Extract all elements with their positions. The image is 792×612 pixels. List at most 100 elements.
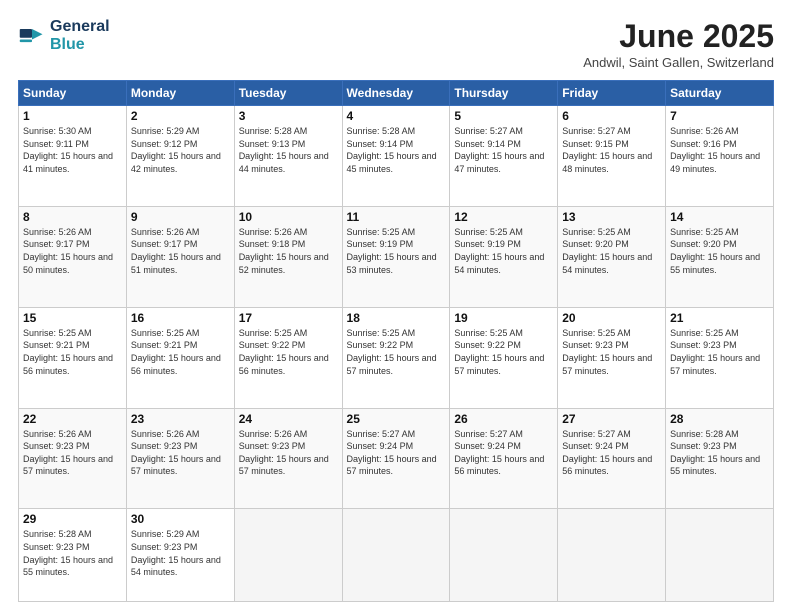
table-row (234, 509, 342, 602)
day-info: Sunrise: 5:26 AMSunset: 9:17 PMDaylight:… (131, 227, 221, 275)
day-info: Sunrise: 5:28 AMSunset: 9:13 PMDaylight:… (239, 126, 329, 174)
day-number: 22 (23, 412, 122, 426)
table-row (342, 509, 450, 602)
day-info: Sunrise: 5:25 AMSunset: 9:21 PMDaylight:… (131, 328, 221, 376)
calendar-week-row: 8 Sunrise: 5:26 AMSunset: 9:17 PMDayligh… (19, 206, 774, 307)
col-monday: Monday (126, 81, 234, 106)
calendar-week-row: 29 Sunrise: 5:28 AMSunset: 9:23 PMDaylig… (19, 509, 774, 602)
day-info: Sunrise: 5:26 AMSunset: 9:17 PMDaylight:… (23, 227, 113, 275)
day-number: 24 (239, 412, 338, 426)
col-thursday: Thursday (450, 81, 558, 106)
table-row: 29 Sunrise: 5:28 AMSunset: 9:23 PMDaylig… (19, 509, 127, 602)
table-row: 18 Sunrise: 5:25 AMSunset: 9:22 PMDaylig… (342, 307, 450, 408)
logo: General Blue (18, 18, 110, 54)
day-number: 26 (454, 412, 553, 426)
day-number: 18 (347, 311, 446, 325)
col-friday: Friday (558, 81, 666, 106)
day-number: 30 (131, 512, 230, 526)
table-row: 2 Sunrise: 5:29 AMSunset: 9:12 PMDayligh… (126, 106, 234, 207)
day-info: Sunrise: 5:28 AMSunset: 9:23 PMDaylight:… (670, 429, 760, 477)
day-number: 19 (454, 311, 553, 325)
day-number: 21 (670, 311, 769, 325)
day-info: Sunrise: 5:26 AMSunset: 9:23 PMDaylight:… (239, 429, 329, 477)
logo-text: General Blue (50, 18, 110, 54)
day-number: 10 (239, 210, 338, 224)
table-row: 10 Sunrise: 5:26 AMSunset: 9:18 PMDaylig… (234, 206, 342, 307)
day-number: 16 (131, 311, 230, 325)
day-info: Sunrise: 5:28 AMSunset: 9:23 PMDaylight:… (23, 529, 113, 577)
table-row: 26 Sunrise: 5:27 AMSunset: 9:24 PMDaylig… (450, 408, 558, 509)
table-row: 23 Sunrise: 5:26 AMSunset: 9:23 PMDaylig… (126, 408, 234, 509)
calendar-header-row: Sunday Monday Tuesday Wednesday Thursday… (19, 81, 774, 106)
day-number: 4 (347, 109, 446, 123)
table-row: 1 Sunrise: 5:30 AMSunset: 9:11 PMDayligh… (19, 106, 127, 207)
table-row: 22 Sunrise: 5:26 AMSunset: 9:23 PMDaylig… (19, 408, 127, 509)
table-row: 27 Sunrise: 5:27 AMSunset: 9:24 PMDaylig… (558, 408, 666, 509)
calendar-table: Sunday Monday Tuesday Wednesday Thursday… (18, 80, 774, 602)
day-info: Sunrise: 5:25 AMSunset: 9:23 PMDaylight:… (562, 328, 652, 376)
day-info: Sunrise: 5:25 AMSunset: 9:23 PMDaylight:… (670, 328, 760, 376)
table-row: 9 Sunrise: 5:26 AMSunset: 9:17 PMDayligh… (126, 206, 234, 307)
header: General Blue June 2025 Andwil, Saint Gal… (18, 18, 774, 70)
day-info: Sunrise: 5:26 AMSunset: 9:18 PMDaylight:… (239, 227, 329, 275)
table-row: 30 Sunrise: 5:29 AMSunset: 9:23 PMDaylig… (126, 509, 234, 602)
day-info: Sunrise: 5:25 AMSunset: 9:22 PMDaylight:… (239, 328, 329, 376)
day-number: 15 (23, 311, 122, 325)
day-info: Sunrise: 5:30 AMSunset: 9:11 PMDaylight:… (23, 126, 113, 174)
day-number: 23 (131, 412, 230, 426)
day-info: Sunrise: 5:25 AMSunset: 9:19 PMDaylight:… (454, 227, 544, 275)
table-row (666, 509, 774, 602)
day-info: Sunrise: 5:25 AMSunset: 9:22 PMDaylight:… (454, 328, 544, 376)
table-row: 3 Sunrise: 5:28 AMSunset: 9:13 PMDayligh… (234, 106, 342, 207)
table-row: 28 Sunrise: 5:28 AMSunset: 9:23 PMDaylig… (666, 408, 774, 509)
col-saturday: Saturday (666, 81, 774, 106)
day-info: Sunrise: 5:27 AMSunset: 9:15 PMDaylight:… (562, 126, 652, 174)
day-info: Sunrise: 5:28 AMSunset: 9:14 PMDaylight:… (347, 126, 437, 174)
day-info: Sunrise: 5:27 AMSunset: 9:24 PMDaylight:… (562, 429, 652, 477)
title-block: June 2025 Andwil, Saint Gallen, Switzerl… (583, 18, 774, 70)
table-row (450, 509, 558, 602)
day-info: Sunrise: 5:25 AMSunset: 9:22 PMDaylight:… (347, 328, 437, 376)
day-info: Sunrise: 5:27 AMSunset: 9:14 PMDaylight:… (454, 126, 544, 174)
day-info: Sunrise: 5:26 AMSunset: 9:23 PMDaylight:… (23, 429, 113, 477)
table-row: 21 Sunrise: 5:25 AMSunset: 9:23 PMDaylig… (666, 307, 774, 408)
day-number: 27 (562, 412, 661, 426)
day-number: 9 (131, 210, 230, 224)
day-number: 14 (670, 210, 769, 224)
day-number: 28 (670, 412, 769, 426)
table-row: 15 Sunrise: 5:25 AMSunset: 9:21 PMDaylig… (19, 307, 127, 408)
day-info: Sunrise: 5:29 AMSunset: 9:23 PMDaylight:… (131, 529, 221, 577)
calendar-week-row: 22 Sunrise: 5:26 AMSunset: 9:23 PMDaylig… (19, 408, 774, 509)
day-number: 2 (131, 109, 230, 123)
table-row: 19 Sunrise: 5:25 AMSunset: 9:22 PMDaylig… (450, 307, 558, 408)
day-number: 13 (562, 210, 661, 224)
table-row: 4 Sunrise: 5:28 AMSunset: 9:14 PMDayligh… (342, 106, 450, 207)
table-row: 20 Sunrise: 5:25 AMSunset: 9:23 PMDaylig… (558, 307, 666, 408)
table-row (558, 509, 666, 602)
day-info: Sunrise: 5:27 AMSunset: 9:24 PMDaylight:… (454, 429, 544, 477)
table-row: 7 Sunrise: 5:26 AMSunset: 9:16 PMDayligh… (666, 106, 774, 207)
day-info: Sunrise: 5:25 AMSunset: 9:19 PMDaylight:… (347, 227, 437, 275)
table-row: 6 Sunrise: 5:27 AMSunset: 9:15 PMDayligh… (558, 106, 666, 207)
day-number: 6 (562, 109, 661, 123)
day-info: Sunrise: 5:26 AMSunset: 9:23 PMDaylight:… (131, 429, 221, 477)
table-row: 8 Sunrise: 5:26 AMSunset: 9:17 PMDayligh… (19, 206, 127, 307)
col-wednesday: Wednesday (342, 81, 450, 106)
table-row: 24 Sunrise: 5:26 AMSunset: 9:23 PMDaylig… (234, 408, 342, 509)
day-number: 3 (239, 109, 338, 123)
table-row: 5 Sunrise: 5:27 AMSunset: 9:14 PMDayligh… (450, 106, 558, 207)
page: General Blue June 2025 Andwil, Saint Gal… (0, 0, 792, 612)
col-sunday: Sunday (19, 81, 127, 106)
col-tuesday: Tuesday (234, 81, 342, 106)
day-info: Sunrise: 5:25 AMSunset: 9:21 PMDaylight:… (23, 328, 113, 376)
day-number: 29 (23, 512, 122, 526)
day-info: Sunrise: 5:27 AMSunset: 9:24 PMDaylight:… (347, 429, 437, 477)
table-row: 13 Sunrise: 5:25 AMSunset: 9:20 PMDaylig… (558, 206, 666, 307)
day-number: 5 (454, 109, 553, 123)
day-number: 25 (347, 412, 446, 426)
table-row: 17 Sunrise: 5:25 AMSunset: 9:22 PMDaylig… (234, 307, 342, 408)
table-row: 16 Sunrise: 5:25 AMSunset: 9:21 PMDaylig… (126, 307, 234, 408)
month-title: June 2025 (583, 18, 774, 55)
day-number: 8 (23, 210, 122, 224)
day-info: Sunrise: 5:29 AMSunset: 9:12 PMDaylight:… (131, 126, 221, 174)
